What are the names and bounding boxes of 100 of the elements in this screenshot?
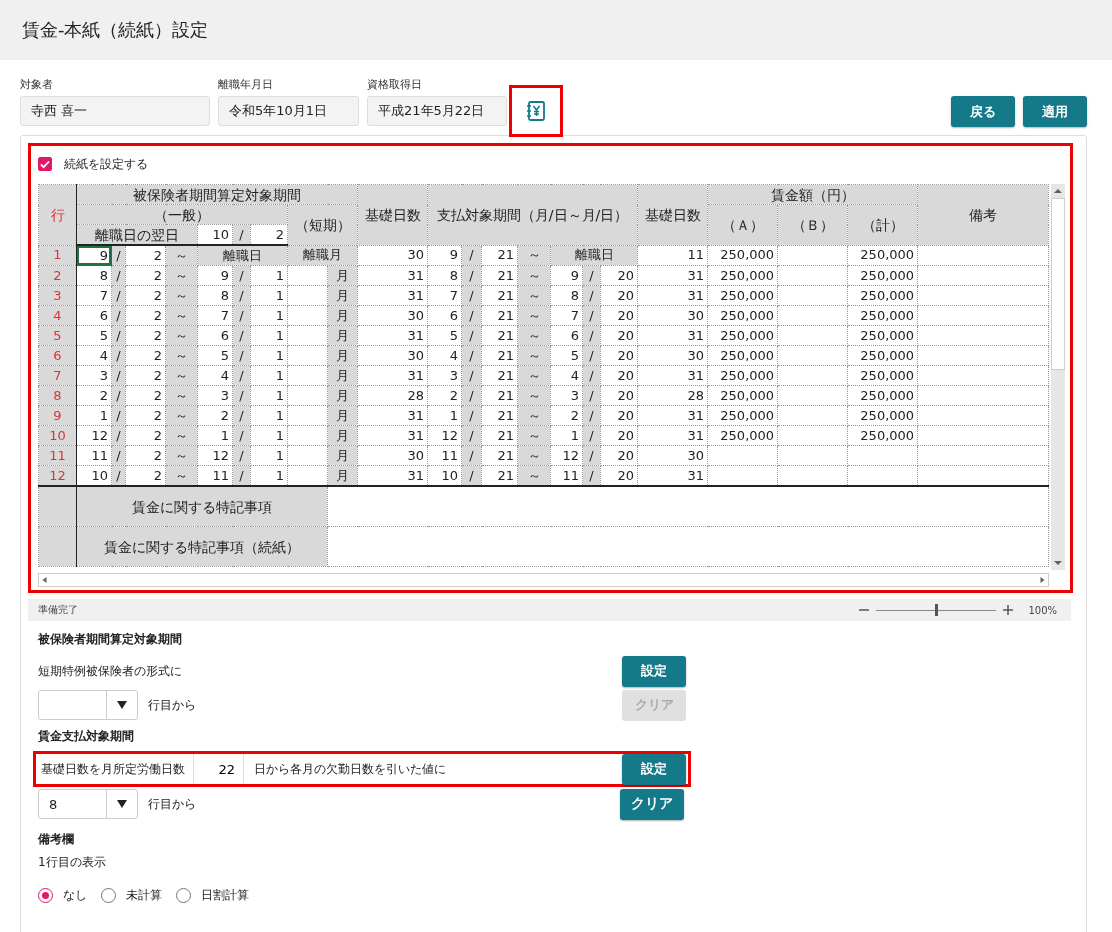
table-cell: 2 bbox=[250, 224, 288, 245]
action-button[interactable]: 戻る bbox=[951, 96, 1015, 127]
column-header: 賃金額（円） bbox=[707, 184, 918, 205]
table-cell: ～ bbox=[517, 265, 551, 286]
row-select[interactable]: 8 bbox=[38, 789, 138, 819]
column-header: 被保険者期間算定対象期間 bbox=[76, 184, 358, 205]
table-cell: ～ bbox=[517, 245, 551, 266]
row-number: 11 bbox=[38, 445, 77, 466]
table-cell: 1 bbox=[250, 325, 288, 346]
table-cell[interactable]: 6 bbox=[76, 305, 112, 326]
table-cell: ～ bbox=[517, 305, 551, 326]
table-cell: 4 bbox=[197, 365, 233, 386]
table-cell: 2 bbox=[197, 405, 233, 426]
column-header: 離職日の翌日 bbox=[76, 224, 198, 245]
table-cell: 賃金に関する特記事項（続紙） bbox=[76, 526, 328, 567]
table-cell: 5 bbox=[197, 345, 233, 366]
table-cell: 9 bbox=[197, 265, 233, 286]
table-cell[interactable]: 11 bbox=[76, 445, 112, 466]
column-header: （一般） bbox=[76, 204, 288, 225]
set-button[interactable]: 設定 bbox=[622, 753, 686, 785]
row-number: 1 bbox=[38, 245, 77, 266]
table-cell[interactable]: 4 bbox=[76, 345, 112, 366]
table-cell: 250,000 bbox=[847, 245, 918, 266]
column-header: （計） bbox=[847, 204, 918, 245]
table-cell: ～ bbox=[517, 345, 551, 366]
row-number: 9 bbox=[38, 405, 77, 426]
table-cell: 20 bbox=[600, 365, 638, 386]
row-number: 3 bbox=[38, 285, 77, 306]
table-cell: ～ bbox=[517, 285, 551, 306]
readonly-field[interactable]: 寺西 喜一 bbox=[20, 96, 210, 126]
column-header: （Ｂ） bbox=[777, 204, 848, 245]
field-label: 対象者 bbox=[20, 77, 54, 92]
table-cell: 1 bbox=[250, 345, 288, 366]
description-text: 短期特例被保険者の形式に bbox=[38, 662, 182, 680]
slider-thumb[interactable] bbox=[935, 604, 939, 616]
table-cell[interactable]: 2 bbox=[76, 385, 112, 406]
select-suffix: 行目から bbox=[148, 696, 196, 714]
table-cell: 20 bbox=[600, 265, 638, 286]
radio-label: 未計算 bbox=[126, 887, 162, 904]
table-cell: 8 bbox=[197, 285, 233, 306]
table-cell: ～ bbox=[517, 405, 551, 426]
table-cell: 1 bbox=[197, 425, 233, 446]
zoom-in-icon[interactable] bbox=[1002, 604, 1015, 616]
table-cell: ～ bbox=[517, 385, 551, 406]
table-cell: 離職月 bbox=[287, 245, 358, 266]
table-cell: 1 bbox=[250, 365, 288, 386]
table-cell: 1 bbox=[250, 445, 288, 466]
row-number: 5 bbox=[38, 325, 77, 346]
table-cell: 20 bbox=[600, 325, 638, 346]
column-header: 基礎日数 bbox=[637, 184, 708, 245]
table-cell: 1 bbox=[250, 405, 288, 426]
table-cell: 20 bbox=[600, 445, 638, 466]
set-button[interactable]: 設定 bbox=[622, 655, 686, 687]
table-cell: ～ bbox=[517, 445, 551, 466]
section-title: 賃金支払対象期間 bbox=[37, 728, 135, 745]
table-cell: 3 bbox=[197, 385, 233, 406]
field-label: 資格取得日 bbox=[367, 77, 423, 92]
table-cell: ～ bbox=[517, 325, 551, 346]
column-header: （短期） bbox=[287, 204, 358, 245]
table-cell: 離職日 bbox=[550, 245, 638, 266]
table-cell: 20 bbox=[600, 345, 638, 366]
description-text: 1行目の表示 bbox=[38, 854, 107, 871]
table-cell: 20 bbox=[600, 405, 638, 426]
table-cell: ～ bbox=[517, 425, 551, 446]
row-number: 7 bbox=[38, 365, 77, 386]
table-cell: 1 bbox=[250, 285, 288, 306]
horizontal-scrollbar[interactable] bbox=[38, 573, 1050, 587]
table-cell: 賃金に関する特記事項 bbox=[76, 486, 328, 527]
ledger-icon[interactable] bbox=[525, 100, 547, 122]
table-cell[interactable]: 3 bbox=[76, 365, 112, 386]
readonly-field[interactable]: 令和5年10月1日 bbox=[218, 96, 359, 126]
row-number: 10 bbox=[38, 425, 77, 446]
table-cell: 7 bbox=[197, 305, 233, 326]
table-cell[interactable]: 12 bbox=[76, 425, 112, 446]
table-cell: 1 bbox=[250, 265, 288, 286]
table-cell: 20 bbox=[600, 425, 638, 446]
row-number: 8 bbox=[38, 385, 77, 406]
readonly-field[interactable]: 平成21年5月22日 bbox=[367, 96, 507, 126]
table-cell[interactable]: 7 bbox=[76, 285, 112, 306]
radio-label: なし bbox=[63, 887, 87, 904]
vertical-scrollbar[interactable] bbox=[1051, 184, 1066, 570]
zoom-reading: 100% bbox=[1028, 604, 1057, 616]
table-cell: 6 bbox=[197, 325, 233, 346]
column-header: 備考 bbox=[917, 184, 1049, 245]
radio-label: 日割計算 bbox=[201, 887, 249, 904]
field-label: 離職年月日 bbox=[218, 77, 274, 92]
action-button[interactable]: 適用 bbox=[1023, 96, 1087, 127]
table-cell: 1 bbox=[250, 305, 288, 326]
table-cell: ～ bbox=[517, 365, 551, 386]
table-cell: 20 bbox=[600, 385, 638, 406]
table-cell[interactable]: 5 bbox=[76, 325, 112, 346]
checkbox[interactable] bbox=[38, 157, 52, 171]
row-number: 2 bbox=[38, 265, 77, 286]
row-number: 6 bbox=[38, 345, 77, 366]
table-cell: 20 bbox=[600, 285, 638, 306]
clear-button[interactable]: クリア bbox=[620, 788, 684, 820]
select-suffix: 行目から bbox=[148, 795, 196, 813]
table-cell: 10 bbox=[197, 224, 233, 245]
table-cell[interactable]: 1 bbox=[76, 405, 112, 426]
column-header: 行 bbox=[38, 184, 77, 245]
